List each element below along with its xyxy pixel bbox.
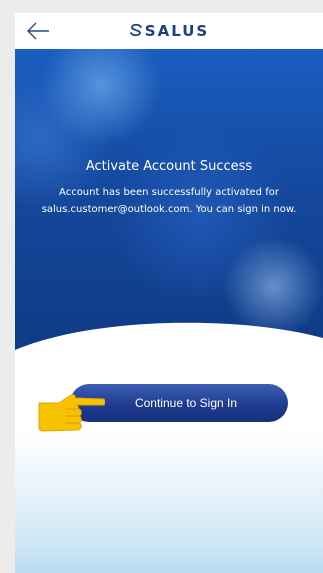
success-hero-panel: Activate Account Success Account has bee… bbox=[15, 49, 323, 354]
hero-curve-divider bbox=[15, 322, 323, 354]
brand-label: SALUS bbox=[144, 22, 210, 40]
salus-logo-mark-icon bbox=[129, 23, 143, 41]
app-screen: SALUS Activate Account Success Account h… bbox=[15, 13, 323, 573]
continue-button-label: Continue to Sign In bbox=[134, 396, 238, 410]
page-title: Activate Account Success bbox=[85, 159, 253, 174]
top-bar: SALUS bbox=[15, 13, 323, 49]
pointing-hand-icon bbox=[35, 391, 106, 441]
salus-logo: SALUS bbox=[15, 22, 323, 41]
bottom-background-glow bbox=[15, 433, 323, 573]
success-message: Account has been successfully activated … bbox=[41, 187, 297, 215]
